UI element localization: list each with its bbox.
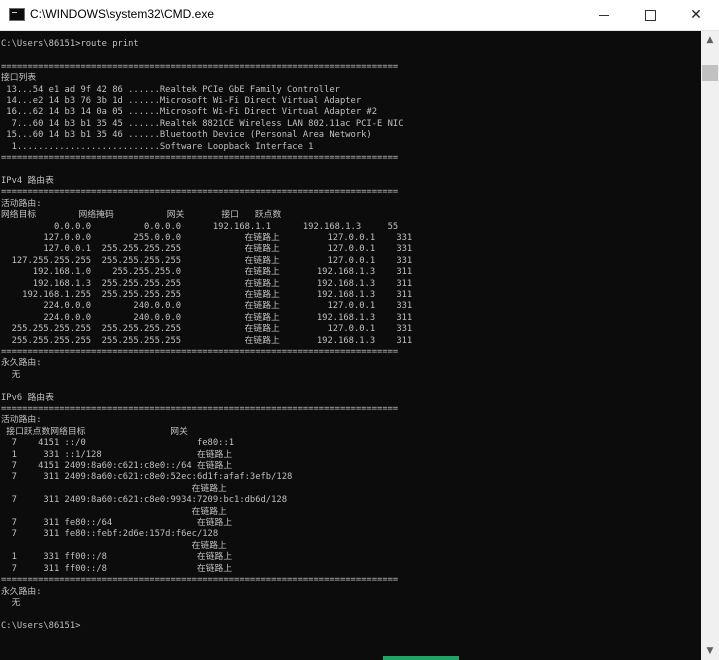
interface-entry: 7...60 14 b3 b1 35 45 ......Realtek 8821… — [1, 118, 404, 129]
scroll-down-arrow-icon[interactable]: ▼ — [701, 642, 719, 660]
separator: ========================================… — [1, 153, 399, 164]
console-area[interactable]: C:\Users\86151>route print =============… — [0, 31, 701, 660]
interface-entry: 16...62 14 b3 14 0a 05 ......Microsoft W… — [1, 107, 378, 118]
console-app-icon — [9, 8, 25, 21]
interface-entry: 14...e2 14 b3 76 3b 1d ......Microsoft W… — [1, 96, 362, 107]
close-icon: ✕ — [690, 7, 702, 23]
window-resize-edge — [383, 656, 459, 660]
ipv4-route-row: 255.255.255.255 255.255.255.255 在链路上 192… — [1, 335, 413, 346]
maximize-button[interactable] — [627, 0, 673, 30]
minimize-button[interactable] — [581, 0, 627, 30]
ipv6-route-row: 1 331 ff00::/8 在链路上 — [1, 552, 233, 563]
vertical-scrollbar[interactable]: ▲ ▼ — [701, 31, 719, 660]
ipv6-route-row: 1 331 ::1/128 在链路上 — [1, 449, 233, 460]
ipv4-active-routes-label: 活动路由: — [1, 198, 42, 209]
ipv6-persistent-none: 无 — [1, 597, 21, 608]
ipv4-persistent-none: 无 — [1, 369, 21, 380]
ipv6-route-row: 7 311 2409:8a60:c621:c8e0:9934:7209:bc1:… — [1, 495, 287, 506]
separator: ========================================… — [1, 575, 399, 586]
cmd-window: C:\WINDOWS\system32\CMD.exe ✕ C:\Users\8… — [0, 0, 719, 660]
interface-entry: 15...60 14 b3 b1 35 46 ......Bluetooth D… — [1, 130, 372, 141]
separator: ========================================… — [1, 346, 399, 357]
maximize-icon — [644, 9, 656, 21]
ipv6-route-row: 在链路上 — [1, 483, 227, 494]
separator: ========================================… — [1, 61, 399, 72]
close-button[interactable]: ✕ — [673, 0, 719, 30]
ipv6-route-row: 7 311 ff00::/8 在链路上 — [1, 563, 233, 574]
ipv4-route-row: 127.0.0.0 255.0.0.0 在链路上 127.0.0.1 331 — [1, 232, 413, 243]
ipv6-active-routes-label: 活动路由: — [1, 415, 42, 426]
ipv6-route-row: 在链路上 — [1, 540, 227, 551]
minimize-icon — [599, 14, 609, 16]
ipv4-route-row: 255.255.255.255 255.255.255.255 在链路上 127… — [1, 324, 413, 335]
scrollbar-thumb[interactable] — [702, 65, 718, 81]
ipv4-column-headers: 网络目标 网络掩码 网关 接口 跃点数 — [1, 210, 282, 221]
ipv6-persistent-label: 永久路由: — [1, 586, 42, 597]
window-title: C:\WINDOWS\system32\CMD.exe — [30, 7, 215, 21]
prompt: C:\Users\86151> — [1, 620, 81, 631]
separator: ========================================… — [1, 404, 399, 414]
ipv6-route-row: 7 311 fe80::/64 在链路上 — [1, 518, 233, 529]
title-bar[interactable]: C:\WINDOWS\system32\CMD.exe ✕ — [0, 0, 719, 31]
ipv4-route-row: 192.168.1.0 255.255.255.0 在链路上 192.168.1… — [1, 267, 413, 278]
ipv4-route-row: 192.168.1.3 255.255.255.255 在链路上 192.168… — [1, 278, 413, 289]
ipv6-column-headers: 接口跃点数网络目标 网关 — [1, 426, 188, 437]
ipv6-route-row: 在链路上 — [1, 506, 227, 517]
ipv4-route-row: 192.168.1.255 255.255.255.255 在链路上 192.1… — [1, 289, 413, 300]
ipv6-heading: IPv6 路由表 — [1, 392, 54, 403]
ipv6-route-row: 7 4151 2409:8a60:c621:c8e0::/64 在链路上 — [1, 461, 233, 472]
scroll-up-arrow-icon[interactable]: ▲ — [701, 31, 719, 49]
interface-entry: 1...........................Software Loo… — [1, 141, 314, 152]
ipv4-route-row: 0.0.0.0 0.0.0.0 192.168.1.1 192.168.1.3 … — [1, 221, 399, 232]
ipv4-route-row: 224.0.0.0 240.0.0.0 在链路上 127.0.0.1 331 — [1, 301, 413, 312]
ipv4-heading: IPv4 路由表 — [1, 175, 54, 186]
ipv6-route-row: 7 311 2409:8a60:c621:c8e0:52ec:6d1f:afaf… — [1, 472, 293, 483]
separator: ========================================… — [1, 187, 399, 198]
ipv6-route-row: 7 311 fe80::febf:2d6e:157d:f6ec/128 — [1, 529, 219, 540]
prompt: C:\Users\86151> — [1, 39, 81, 49]
interface-entry: 13...54 e1 ad 9f 42 86 ......Realtek PCI… — [1, 84, 340, 95]
command-text: route print — [80, 39, 139, 49]
ipv4-route-row: 224.0.0.0 240.0.0.0 在链路上 192.168.1.3 311 — [1, 312, 413, 323]
ipv6-route-row: 7 4151 ::/0 fe80::1 — [1, 438, 235, 449]
console-output[interactable]: C:\Users\86151>route print =============… — [1, 39, 699, 632]
interface-list-heading: 接口列表 — [1, 73, 37, 84]
ipv4-route-row: 127.255.255.255 255.255.255.255 在链路上 127… — [1, 255, 413, 266]
ipv4-route-row: 127.0.0.1 255.255.255.255 在链路上 127.0.0.1… — [1, 244, 413, 255]
ipv4-persistent-label: 永久路由: — [1, 358, 42, 369]
